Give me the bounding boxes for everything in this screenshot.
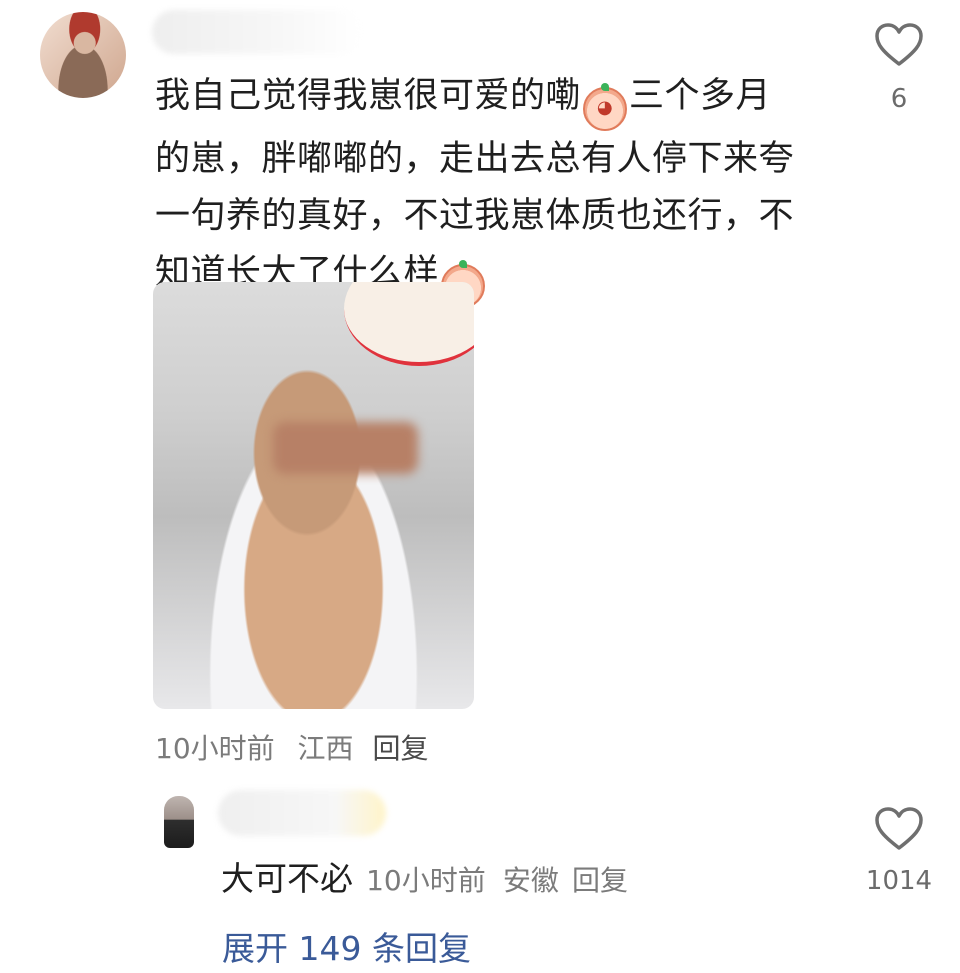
reply-avatar[interactable] xyxy=(164,796,194,848)
comment-time: 10小时前 xyxy=(155,732,275,765)
comment-text-part-1: 我自己觉得我崽很可爱的嘞 xyxy=(155,76,582,116)
like-count: 6 xyxy=(890,84,908,114)
face-blur xyxy=(273,422,418,474)
sticker-decoration xyxy=(344,282,474,366)
reply-like-count: 1014 xyxy=(865,866,933,896)
heart-outline-icon[interactable] xyxy=(874,806,924,852)
comment-photo[interactable] xyxy=(153,282,474,709)
comment-text: 我自己觉得我崽很可爱的嘞 ◕ 三个多月的崽，胖嘟嘟的，走出去总有人停下来夸一句养的真… xyxy=(155,68,805,308)
comment-location: 江西 xyxy=(297,732,354,765)
comment-meta: 10小时前 江西 回复 xyxy=(155,727,428,767)
blushing-face-emoji: ◕ xyxy=(583,83,628,131)
commenter-name-blurred[interactable] xyxy=(152,10,362,54)
reply-line: 大可不必 10小时前 安徽 回复 xyxy=(221,852,628,900)
reply-name-blurred[interactable] xyxy=(218,790,386,836)
reply-time: 10小时前 xyxy=(366,864,486,897)
reply-text: 大可不必 xyxy=(221,859,353,898)
reply-like-button[interactable] xyxy=(874,806,924,856)
reply-reply-button[interactable]: 回复 xyxy=(572,864,628,897)
commenter-avatar[interactable] xyxy=(40,12,126,98)
reply-location: 安徽 xyxy=(502,864,559,897)
comment-reply-button[interactable]: 回复 xyxy=(372,732,428,765)
heart-outline-icon[interactable] xyxy=(874,22,924,68)
expand-replies-link[interactable]: 展开 149 条回复 xyxy=(222,922,471,970)
like-button[interactable] xyxy=(874,22,924,72)
